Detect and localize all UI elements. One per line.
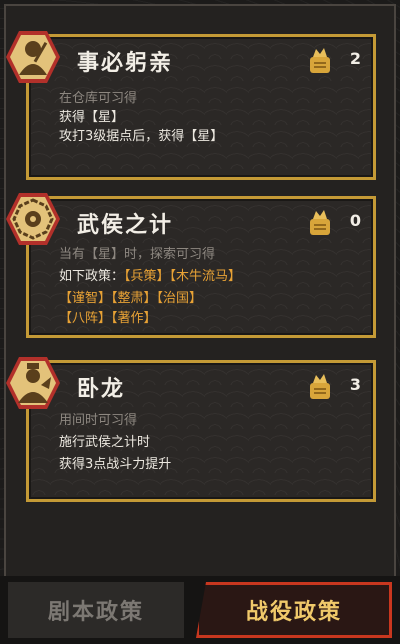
policy-tag: 【整肃】	[111, 291, 157, 306]
card-line: 获得【星】	[59, 110, 125, 125]
policy-tag: 【木牛流马】	[169, 269, 242, 284]
policy-card-3[interactable]: 卧龙 3 用间时可习得 施行武侯之计时 获得3点战斗力提升	[6, 357, 376, 502]
scroll-bag-icon	[310, 48, 330, 73]
tab-battle-policy[interactable]: 战役政策	[196, 582, 392, 638]
card-line: 在仓库可习得	[59, 91, 138, 106]
scholar-portrait-icon	[6, 31, 60, 83]
policy-card-2[interactable]: 武侯之计 0 当有【星】时，探索可习得 如下政策：【兵策】【木牛流马】 【谨智】…	[6, 193, 376, 338]
policy-tag: 【八阵】	[59, 311, 112, 326]
policy-tag: 【兵策】	[124, 269, 170, 284]
card-title: 事必躬亲	[77, 51, 174, 76]
policy-tag: 【治国】	[156, 291, 203, 306]
card-line: 获得3点战斗力提升	[59, 457, 172, 472]
card-line: 施行武侯之计时	[59, 435, 151, 450]
policy-card-1[interactable]: 事必躬亲 2 在仓库可习得 获得【星】 攻打3级据点后，获得【星】	[6, 31, 376, 180]
card-line: 用间时可习得	[59, 413, 138, 428]
zhuge-portrait-icon	[6, 357, 60, 409]
scroll-bag-icon	[310, 210, 330, 235]
card-line: 当有【星】时，探索可习得	[59, 247, 216, 262]
card-title: 武侯之计	[77, 213, 174, 238]
card-line-prefix: 如下政策：	[59, 269, 125, 284]
card-line: 攻打3级据点后，获得【星】	[59, 129, 224, 144]
tab-script-policy[interactable]: 剧本政策	[8, 582, 184, 638]
scroll-bag-icon	[310, 374, 330, 399]
card-line: 如下政策：【兵策】【木牛流马】	[59, 265, 241, 284]
policy-tag: 【谨智】	[59, 291, 112, 306]
card-title: 卧龙	[77, 377, 126, 402]
card-count: 3	[349, 375, 361, 394]
policy-tag: 【著作】	[111, 311, 157, 326]
card-line: 【八阵】【著作】	[59, 307, 157, 326]
bagua-icon	[6, 193, 60, 245]
card-count: 2	[349, 49, 361, 68]
card-count: 0	[349, 211, 361, 230]
card-line: 【谨智】【整肃】【治国】	[59, 287, 202, 306]
policy-screen: 事必躬亲 2 在仓库可习得 获得【星】 攻打3级据点后，获得【星】 武侯之计 0…	[0, 0, 400, 644]
